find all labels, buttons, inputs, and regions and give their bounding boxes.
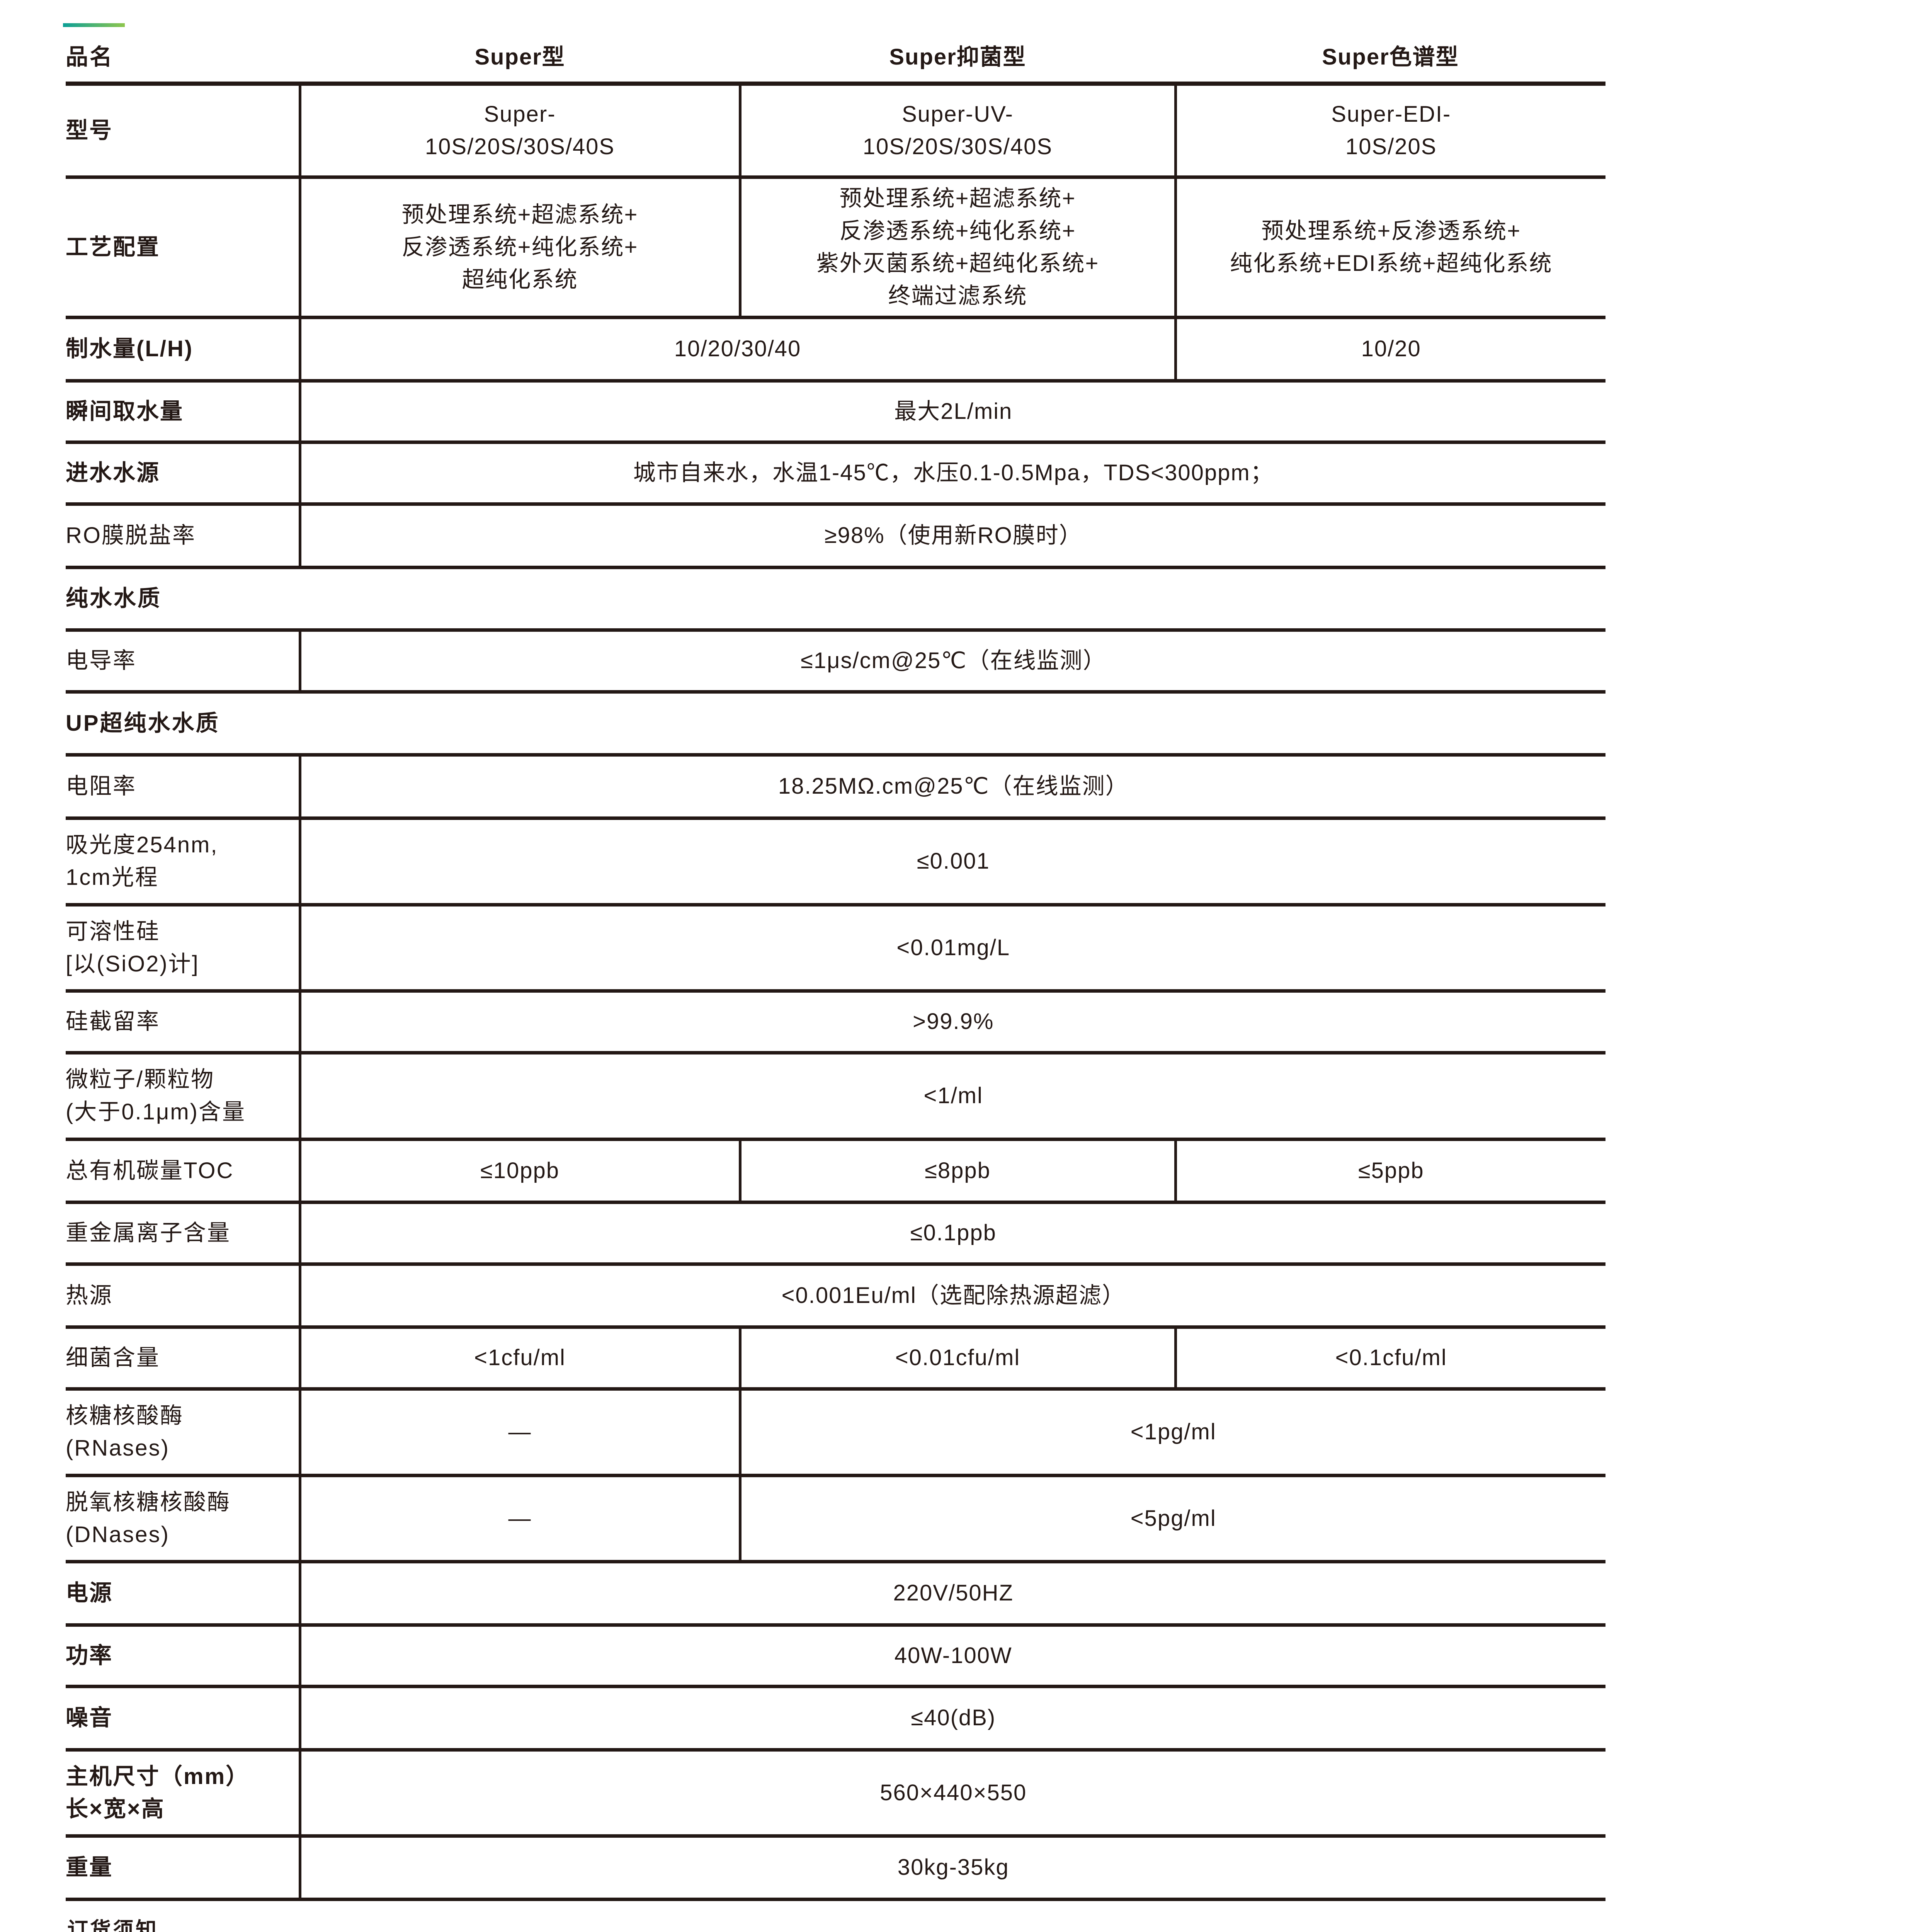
cell-value: ≥98%（使用新RO膜时） <box>300 504 1605 567</box>
cell-value: Super-EDI- 10S/20S <box>1175 83 1605 177</box>
cell-value: ≤0.001 <box>300 818 1605 905</box>
spec-sheet-page: 品名 Super型 Super抑菌型 Super色谱型 型号 Super- 10… <box>0 0 1932 1932</box>
cell-value: 最大2L/min <box>300 381 1605 442</box>
cell-value: 预处理系统+反渗透系统+ 纯化系统+EDI系统+超纯化系统 <box>1175 177 1605 317</box>
cell-value: <0.01cfu/ml <box>740 1327 1175 1389</box>
cell-value: 预处理系统+超滤系统+ 反渗透系统+纯化系统+ 紫外灭菌系统+超纯化系统+ 终端… <box>740 177 1175 317</box>
cell-value: <0.01mg/L <box>300 905 1605 991</box>
table-row-bacteria: 细菌含量 <1cfu/ml <0.01cfu/ml <0.1cfu/ml <box>66 1327 1605 1389</box>
col-header-super-uv: Super抑菌型 <box>740 33 1175 83</box>
table-row-absorbance: 吸光度254nm, 1cm光程 ≤0.001 <box>66 818 1605 905</box>
row-label: 制水量(L/H) <box>66 317 300 381</box>
cell-value: 18.25MΩ.cm@25℃（在线监测） <box>300 755 1605 818</box>
row-label: 重金属离子含量 <box>66 1202 300 1264</box>
table-row-toc: 总有机碳量TOC ≤10ppb ≤8ppb ≤5ppb <box>66 1139 1605 1202</box>
table-row-instant-draw: 瞬间取水量 最大2L/min <box>66 381 1605 442</box>
row-label: 品名 <box>66 33 300 83</box>
table-row-pyrogen: 热源 <0.001Eu/ml（选配除热源超滤） <box>66 1264 1605 1327</box>
table-row-power: 功率 40W-100W <box>66 1625 1605 1686</box>
table-row-output: 制水量(L/H) 10/20/30/40 10/20 <box>66 317 1605 381</box>
table-row-product: 品名 Super型 Super抑菌型 Super色谱型 <box>66 33 1605 83</box>
cell-value: 城市自来水，水温1-45℃，水压0.1-0.5Mpa，TDS<300ppm； <box>300 442 1605 504</box>
cell-value: 40W-100W <box>300 1625 1605 1686</box>
table-row-dnases: 脱氧核糖核酸酶 (DNases) — <5pg/ml <box>66 1475 1605 1561</box>
row-label: 细菌含量 <box>66 1327 300 1389</box>
table-row-conductivity: 电导率 ≤1μs/cm@25℃（在线监测） <box>66 630 1605 692</box>
table-row-weight: 重量 30kg-35kg <box>66 1836 1605 1899</box>
row-label: 微粒子/颗粒物 (大于0.1μm)含量 <box>66 1053 300 1139</box>
accent-gradient-line <box>63 23 125 27</box>
cell-value: ≤5ppb <box>1175 1139 1605 1202</box>
row-label: 主机尺寸（mm） 长×宽×高 <box>66 1750 300 1836</box>
row-label: 脱氧核糖核酸酶 (DNases) <box>66 1475 300 1561</box>
table-row-section-pure: 纯水水质 <box>66 567 1605 630</box>
cell-value: ≤8ppb <box>740 1139 1175 1202</box>
table-row-heavy-metal: 重金属离子含量 ≤0.1ppb <box>66 1202 1605 1264</box>
table-row-resistivity: 电阻率 18.25MΩ.cm@25℃（在线监测） <box>66 755 1605 818</box>
cell-value: >99.9% <box>300 991 1605 1053</box>
table-row-power-supply: 电源 220V/50HZ <box>66 1561 1605 1625</box>
row-label: 功率 <box>66 1625 300 1686</box>
cell-value: 10/20/30/40 <box>300 317 1175 381</box>
row-label: 进水水源 <box>66 442 300 504</box>
cell-value: ≤1μs/cm@25℃（在线监测） <box>300 630 1605 692</box>
table-row-section-up: UP超纯水水质 <box>66 692 1605 755</box>
row-label: 重量 <box>66 1836 300 1899</box>
cell-value: Super-UV- 10S/20S/30S/40S <box>740 83 1175 177</box>
cell-value: 220V/50HZ <box>300 1561 1605 1625</box>
table-row-process: 工艺配置 预处理系统+超滤系统+ 反渗透系统+纯化系统+ 超纯化系统 预处理系统… <box>66 177 1605 317</box>
cell-value: <1cfu/ml <box>300 1327 740 1389</box>
cell-dash: — <box>300 1475 740 1561</box>
cell-value: ≤40(dB) <box>300 1686 1605 1750</box>
cell-value: <0.001Eu/ml（选配除热源超滤） <box>300 1264 1605 1327</box>
col-header-super: Super型 <box>300 33 740 83</box>
section-title: UP超纯水水质 <box>66 692 1605 755</box>
cell-value: Super- 10S/20S/30S/40S <box>300 83 740 177</box>
table-row-dimensions: 主机尺寸（mm） 长×宽×高 560×440×550 <box>66 1750 1605 1836</box>
col-header-super-edi: Super色谱型 <box>1175 33 1605 83</box>
row-label: 噪音 <box>66 1686 300 1750</box>
cell-value: 预处理系统+超滤系统+ 反渗透系统+纯化系统+ 超纯化系统 <box>300 177 740 317</box>
cell-value: <5pg/ml <box>740 1475 1605 1561</box>
cell-value: ≤0.1ppb <box>300 1202 1605 1264</box>
row-label: 核糖核酸酶 (RNases) <box>66 1389 300 1475</box>
cell-value: 10/20 <box>1175 317 1605 381</box>
row-label: 电阻率 <box>66 755 300 818</box>
table-row-feed-water: 进水水源 城市自来水，水温1-45℃，水压0.1-0.5Mpa，TDS<300p… <box>66 442 1605 504</box>
spec-table: 品名 Super型 Super抑菌型 Super色谱型 型号 Super- 10… <box>66 33 1605 1901</box>
table-row-noise: 噪音 ≤40(dB) <box>66 1686 1605 1750</box>
row-label: 型号 <box>66 83 300 177</box>
row-label: 吸光度254nm, 1cm光程 <box>66 818 300 905</box>
notes-title: 订货须知 <box>67 1913 1932 1932</box>
row-label: 总有机碳量TOC <box>66 1139 300 1202</box>
table-row-ro-rejection: RO膜脱盐率 ≥98%（使用新RO膜时） <box>66 504 1605 567</box>
cell-value: <0.1cfu/ml <box>1175 1327 1605 1389</box>
table-row-silica-rejection: 硅截留率 >99.9% <box>66 991 1605 1053</box>
section-title: 纯水水质 <box>66 567 1605 630</box>
row-label: 电源 <box>66 1561 300 1625</box>
order-notes: 订货须知 1、源水水质较差(TDS≥300ppm)地区，建议加配全自动软水器，可… <box>67 1913 1932 1932</box>
row-label: 电导率 <box>66 630 300 692</box>
table-row-model: 型号 Super- 10S/20S/30S/40S Super-UV- 10S/… <box>66 83 1605 177</box>
row-label: 热源 <box>66 1264 300 1327</box>
cell-value: <1pg/ml <box>740 1389 1605 1475</box>
table-row-soluble-silica: 可溶性硅 [以(SiO2)计] <0.01mg/L <box>66 905 1605 991</box>
row-label: 瞬间取水量 <box>66 381 300 442</box>
cell-value: ≤10ppb <box>300 1139 740 1202</box>
table-row-particles: 微粒子/颗粒物 (大于0.1μm)含量 <1/ml <box>66 1053 1605 1139</box>
cell-dash: — <box>300 1389 740 1475</box>
cell-value: <1/ml <box>300 1053 1605 1139</box>
row-label: 硅截留率 <box>66 991 300 1053</box>
row-label: 工艺配置 <box>66 177 300 317</box>
cell-value: 30kg-35kg <box>300 1836 1605 1899</box>
row-label: RO膜脱盐率 <box>66 504 300 567</box>
cell-value: 560×440×550 <box>300 1750 1605 1836</box>
table-row-rnases: 核糖核酸酶 (RNases) — <1pg/ml <box>66 1389 1605 1475</box>
row-label: 可溶性硅 [以(SiO2)计] <box>66 905 300 991</box>
